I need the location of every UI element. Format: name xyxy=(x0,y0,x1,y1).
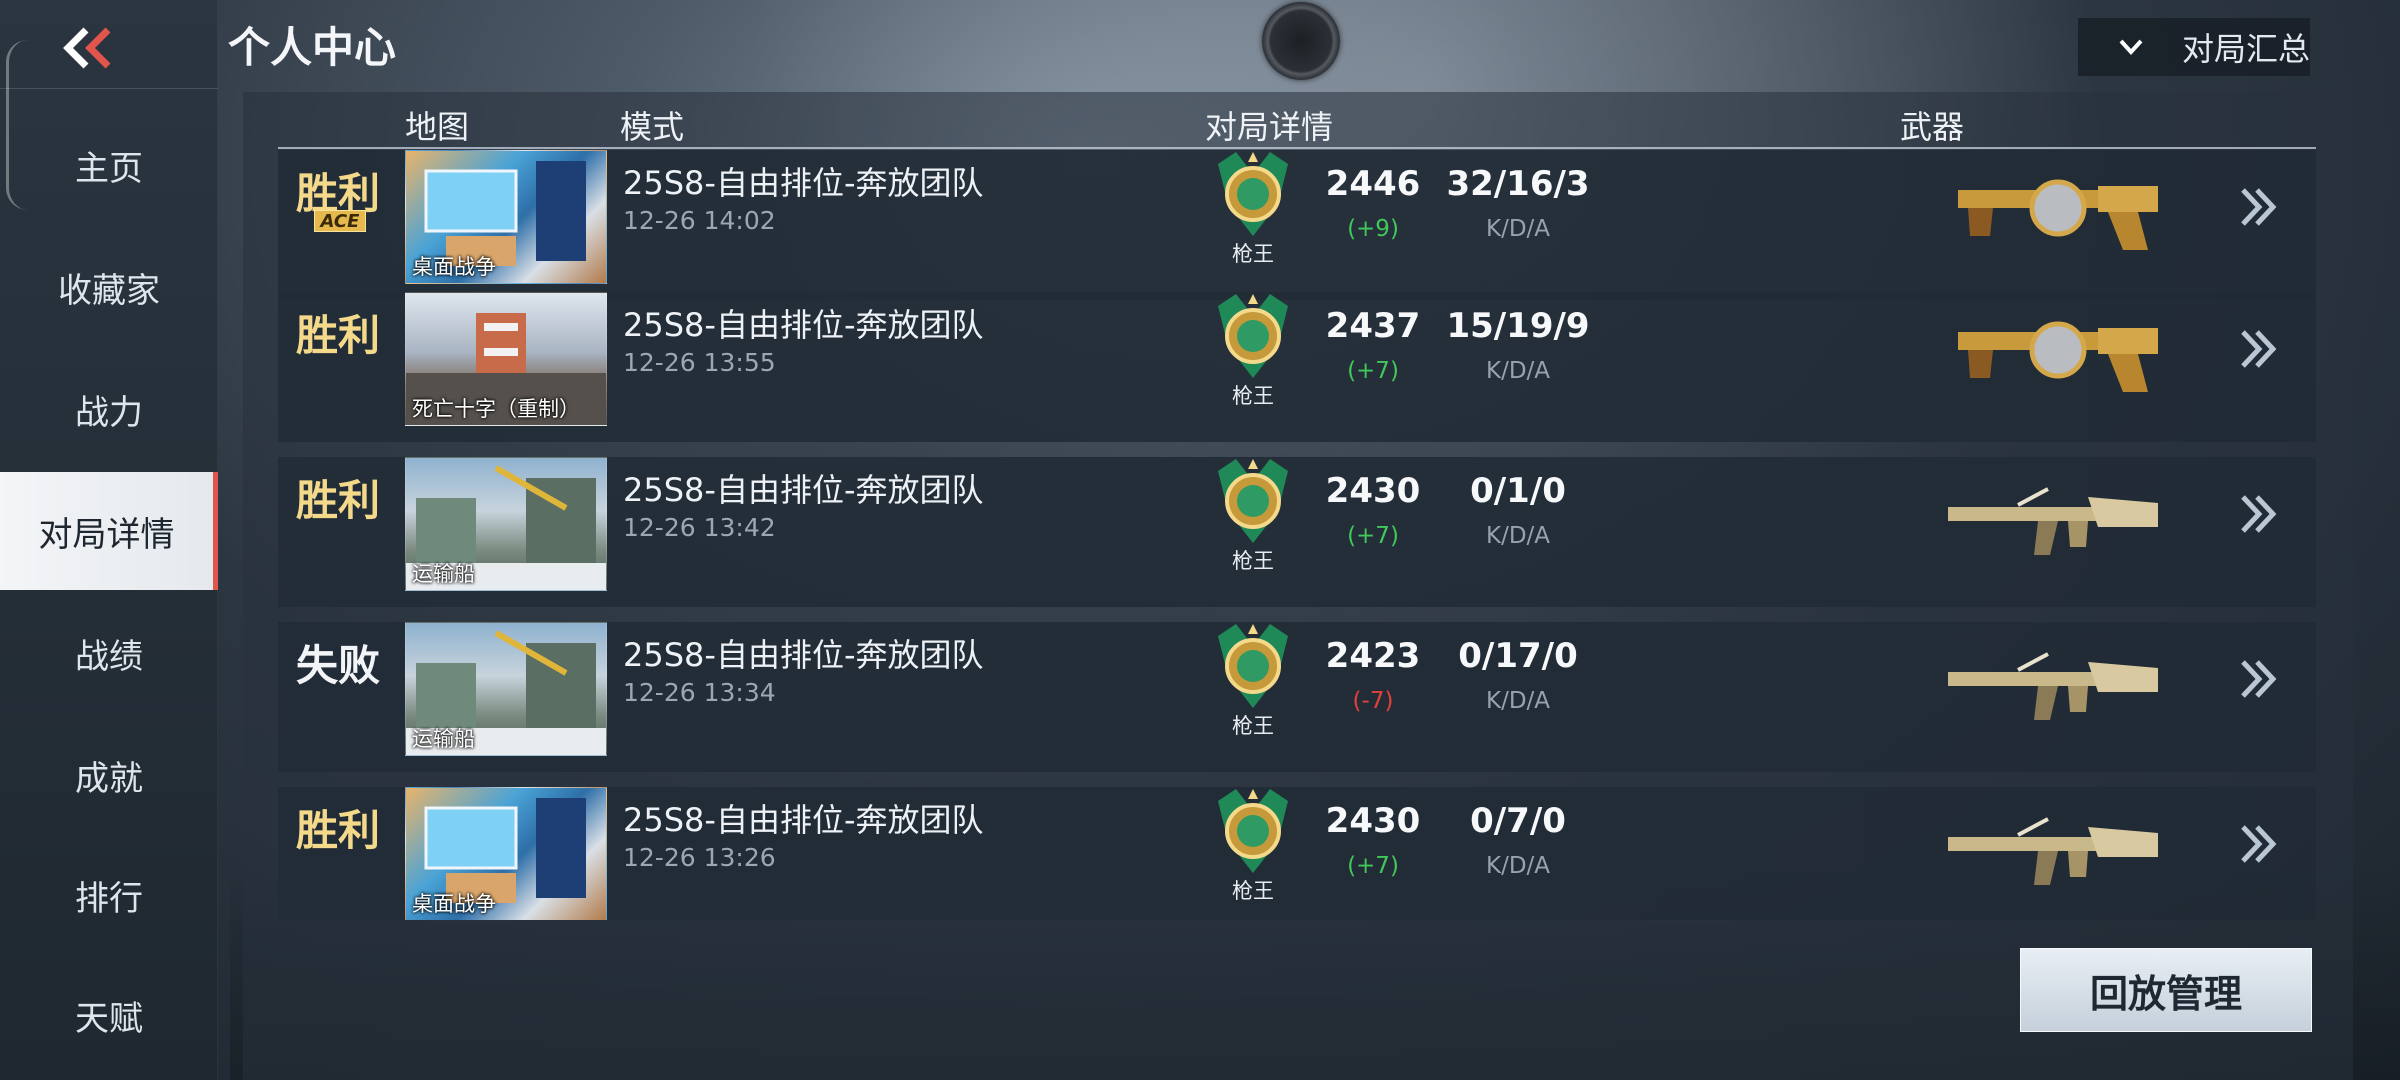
rank-score: 2437 xyxy=(1325,306,1421,346)
score-change: (-7) xyxy=(1352,688,1394,714)
map-name: 运输船 xyxy=(412,727,475,751)
kda-label: K/D/A xyxy=(1485,688,1551,714)
chevron-down-icon xyxy=(2116,32,2146,62)
match-row[interactable]: 胜利 死亡十字（重制） 25S8-自由排位-奔放团队 12-26 13:55 枪… xyxy=(278,292,2316,442)
rank-name: 枪王 xyxy=(1232,242,1274,266)
rank-name: 枪王 xyxy=(1232,384,1274,408)
gold-drum-shotgun-icon xyxy=(1958,179,2158,250)
sidebar-item-match-details[interactable]: 对局详情 xyxy=(0,472,218,590)
rank-medal-icon xyxy=(1218,152,1288,236)
double-chevron-right-icon[interactable] xyxy=(2233,182,2283,232)
rank-name: 枪王 xyxy=(1232,879,1274,903)
kda-value: 0/7/0 xyxy=(1470,801,1566,841)
match-summary-dropdown[interactable]: 对局汇总 xyxy=(2078,18,2310,76)
header-divider xyxy=(278,147,2316,149)
match-time: 12-26 13:26 xyxy=(623,843,776,872)
gold-assault-rifle-icon xyxy=(1948,487,2158,555)
rank-name: 枪王 xyxy=(1232,714,1274,738)
sidebar-item-ranking[interactable]: 排行 xyxy=(0,836,218,954)
back-button[interactable] xyxy=(50,18,126,78)
rank-medal-icon xyxy=(1218,294,1288,378)
sidebar-item-achievements[interactable]: 成就 xyxy=(0,716,218,834)
match-time: 12-26 14:02 xyxy=(623,206,776,235)
result-label: 失败 xyxy=(295,641,380,690)
gold-assault-rifle-icon xyxy=(1948,817,2158,885)
match-time: 12-26 13:55 xyxy=(623,348,776,377)
column-header-weapon: 武器 xyxy=(1900,108,1965,146)
rank-medal-icon xyxy=(1218,624,1288,708)
map-name: 死亡十字（重制） xyxy=(412,397,580,421)
sidebar-item-power[interactable]: 战力 xyxy=(0,350,218,468)
map-name: 桌面战争 xyxy=(412,255,496,279)
map-thumbnail: 死亡十字（重制） xyxy=(405,292,607,426)
kda-value: 15/19/9 xyxy=(1446,306,1590,346)
map-thumbnail: 桌面战争 xyxy=(405,150,607,284)
rank-medal-icon xyxy=(1218,459,1288,543)
column-header-map: 地图 xyxy=(405,108,470,146)
map-thumbnail: 运输船 xyxy=(405,622,607,756)
mode-label: 25S8-自由排位-奔放团队 xyxy=(623,636,984,674)
sidebar-item-talent[interactable]: 天赋 xyxy=(0,956,218,1074)
kda-label: K/D/A xyxy=(1485,853,1551,879)
rank-score: 2423 xyxy=(1325,636,1421,676)
map-thumbnail: 运输船 xyxy=(405,457,607,591)
replay-management-button[interactable]: 回放管理 xyxy=(2020,948,2312,1032)
score-change: (+7) xyxy=(1347,523,1399,549)
sidebar-item-collector[interactable]: 收藏家 xyxy=(0,228,218,346)
mode-label: 25S8-自由排位-奔放团队 xyxy=(623,164,984,202)
column-header-mode: 模式 xyxy=(620,108,685,146)
sidebar-item-home[interactable]: 主页 xyxy=(0,106,218,224)
kda-label: K/D/A xyxy=(1485,358,1551,384)
double-chevron-right-icon[interactable] xyxy=(2233,819,2283,869)
double-chevron-right-icon[interactable] xyxy=(2233,489,2283,539)
rank-score: 2446 xyxy=(1325,164,1421,204)
score-change: (+7) xyxy=(1347,358,1399,384)
dropdown-label: 对局汇总 xyxy=(2182,30,2311,68)
double-chevron-right-icon[interactable] xyxy=(2233,654,2283,704)
sidebar-divider xyxy=(0,88,218,89)
gold-assault-rifle-icon xyxy=(1948,652,2158,720)
kda-value: 0/17/0 xyxy=(1458,636,1578,676)
rank-medal-icon xyxy=(1218,789,1288,873)
match-row[interactable]: 胜利 运输船 25S8-自由排位-奔放团队 12-26 13:42 枪王 243… xyxy=(278,457,2316,607)
ace-badge: ACE xyxy=(314,210,366,232)
match-time: 12-26 13:42 xyxy=(623,513,776,542)
match-list[interactable]: 胜利 ACE 桌面战争 25S8-自由排位-奔放团队 12-26 14:02 枪… xyxy=(278,150,2316,920)
result-label: 胜利 xyxy=(295,311,380,360)
match-row[interactable]: 失败 运输船 25S8-自由排位-奔放团队 12-26 13:34 枪王 242… xyxy=(278,622,2316,772)
kda-value: 0/1/0 xyxy=(1470,471,1566,511)
record-button[interactable] xyxy=(1262,2,1340,80)
mode-label: 25S8-自由排位-奔放团队 xyxy=(623,801,984,839)
column-header-details: 对局详情 xyxy=(1205,108,1334,146)
mode-label: 25S8-自由排位-奔放团队 xyxy=(623,471,984,509)
kda-label: K/D/A xyxy=(1485,216,1551,242)
match-time: 12-26 13:34 xyxy=(623,678,776,707)
kda-label: K/D/A xyxy=(1485,523,1551,549)
map-thumbnail: 桌面战争 xyxy=(405,787,607,920)
rank-score: 2430 xyxy=(1325,471,1421,511)
double-chevron-left-icon xyxy=(63,27,111,69)
double-chevron-right-icon[interactable] xyxy=(2233,324,2283,374)
page-title: 个人中心 xyxy=(228,23,397,72)
rank-name: 枪王 xyxy=(1232,549,1274,573)
map-name: 桌面战争 xyxy=(412,892,496,916)
rank-score: 2430 xyxy=(1325,801,1421,841)
sidebar-item-record[interactable]: 战绩 xyxy=(0,594,218,712)
sidebar: 主页 收藏家 战力 对局详情 战绩 成就 排行 天赋 xyxy=(0,0,218,1080)
result-label: 胜利 xyxy=(295,476,380,525)
score-change: (+9) xyxy=(1347,216,1399,242)
result-label: 胜利 xyxy=(295,806,380,855)
kda-value: 32/16/3 xyxy=(1446,164,1590,204)
match-row[interactable]: 胜利 ACE 桌面战争 25S8-自由排位-奔放团队 12-26 14:02 枪… xyxy=(278,150,2316,300)
map-name: 运输船 xyxy=(412,562,475,586)
mode-label: 25S8-自由排位-奔放团队 xyxy=(623,306,984,344)
match-row[interactable]: 胜利 桌面战争 25S8-自由排位-奔放团队 12-26 13:26 枪王 24… xyxy=(278,787,2316,920)
gold-drum-shotgun-icon xyxy=(1958,321,2158,392)
score-change: (+7) xyxy=(1347,853,1399,879)
